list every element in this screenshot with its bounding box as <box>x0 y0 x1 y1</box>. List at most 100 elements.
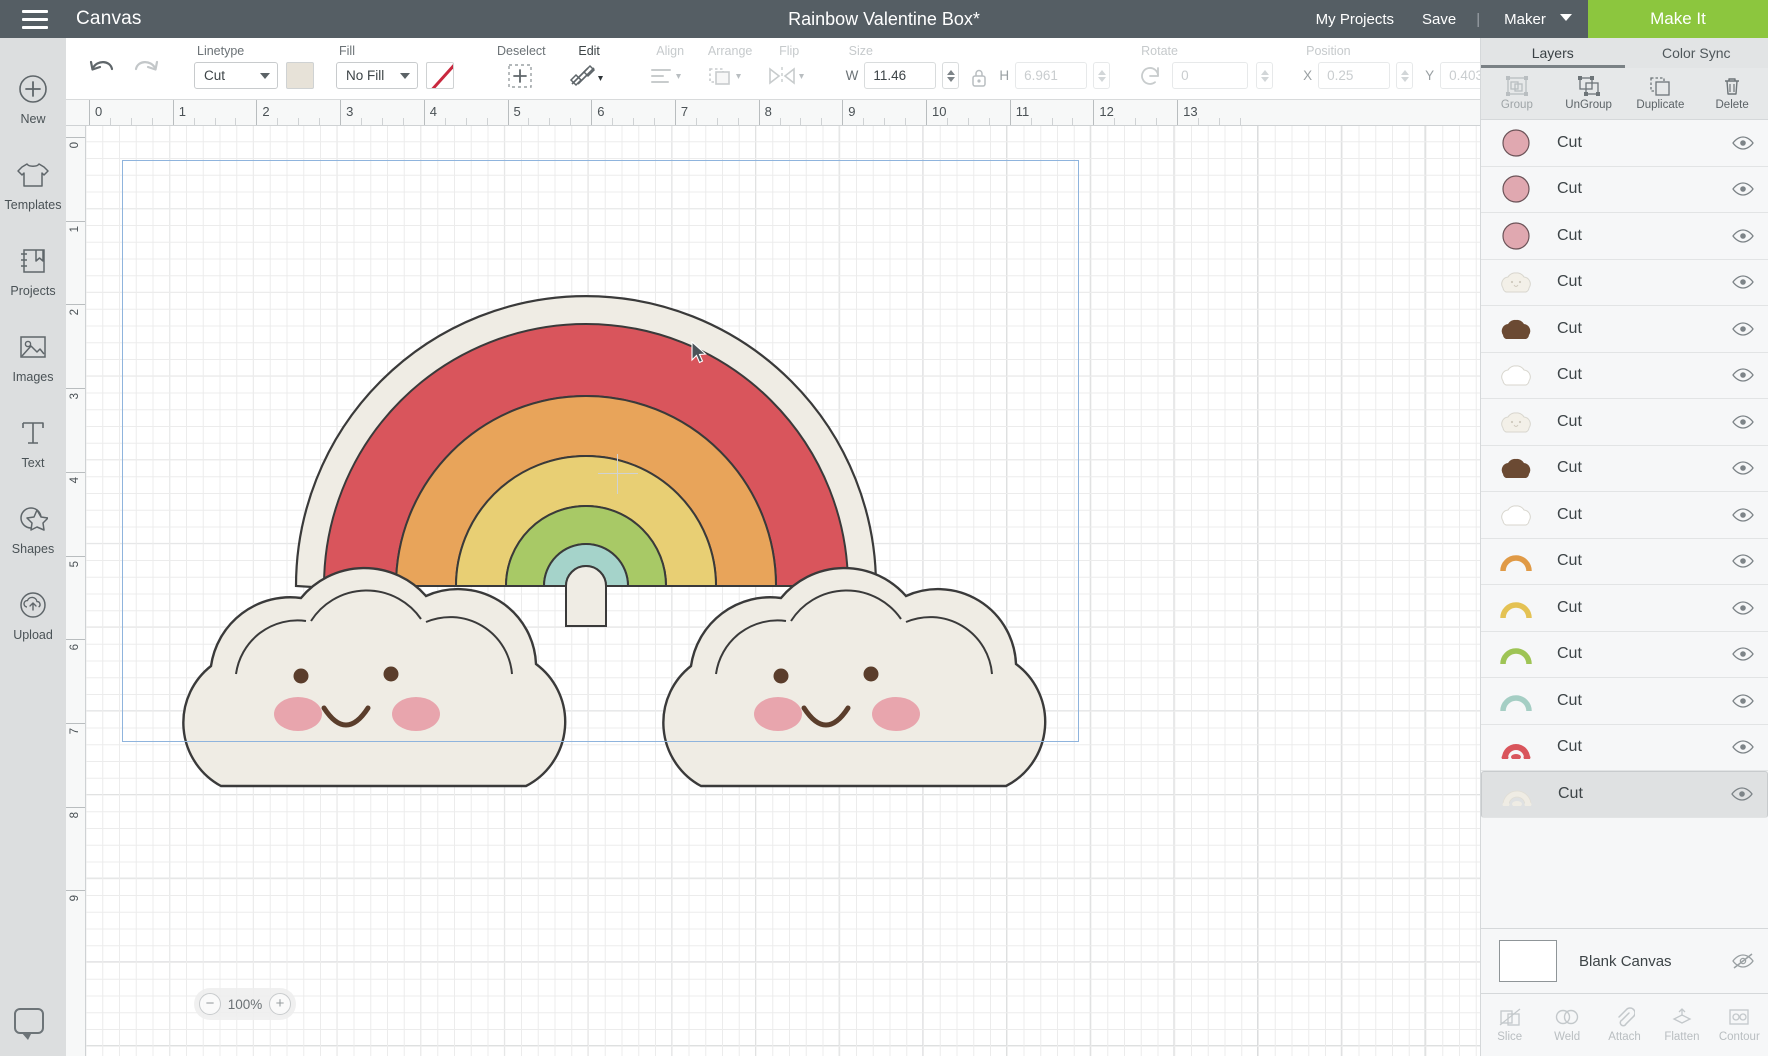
layer-row[interactable]: Cut <box>1481 120 1768 167</box>
ruler-minor-tick-h <box>298 118 299 126</box>
layer-visibility-eye-icon[interactable] <box>1731 786 1753 802</box>
undo-arrow-icon[interactable] <box>88 56 116 82</box>
align-left-icon[interactable] <box>646 61 692 91</box>
layer-visibility-eye-icon[interactable] <box>1732 600 1754 616</box>
duplicate-button[interactable]: Duplicate <box>1625 76 1697 111</box>
width-stepper[interactable] <box>942 62 959 89</box>
machine-selector[interactable]: Maker <box>1486 11 1588 28</box>
rotate-stepper[interactable] <box>1256 62 1273 89</box>
sidebar-item-templates[interactable]: Templates <box>0 144 66 226</box>
layer-thumbnail <box>1499 500 1533 530</box>
fill-select[interactable]: No Fill <box>336 62 418 89</box>
layer-visibility-eye-icon[interactable] <box>1732 460 1754 476</box>
layer-visibility-eye-icon[interactable] <box>1732 693 1754 709</box>
layer-visibility-eye-icon[interactable] <box>1732 228 1754 244</box>
layer-visibility-eye-icon[interactable] <box>1732 507 1754 523</box>
sidebar-item-projects[interactable]: Projects <box>0 230 66 312</box>
hamburger-icon[interactable] <box>22 10 48 29</box>
ruler-tick-h: 7 <box>675 100 676 126</box>
group-button[interactable]: Group <box>1481 76 1553 111</box>
contour-button[interactable]: Contour <box>1711 1007 1768 1043</box>
layer-row[interactable]: Cut <box>1481 167 1768 214</box>
layer-visibility-eye-icon[interactable] <box>1732 274 1754 290</box>
layer-name: Cut <box>1557 645 1732 663</box>
position-x-value[interactable]: 0.25 <box>1318 62 1390 89</box>
layer-visibility-eye-icon[interactable] <box>1732 414 1754 430</box>
ruler-tick-label: 4 <box>69 477 81 483</box>
height-stepper[interactable] <box>1093 62 1110 89</box>
layer-row[interactable]: Cut <box>1481 725 1768 772</box>
layer-visibility-eye-icon[interactable] <box>1732 181 1754 197</box>
ruler-minor-tick-h <box>1114 118 1115 126</box>
ungroup-button[interactable]: UnGroup <box>1553 76 1625 111</box>
rainbow-with-clouds-illustration[interactable] <box>86 126 1186 926</box>
eye-hidden-icon[interactable] <box>1732 953 1754 969</box>
rotate-value[interactable]: 0 <box>1172 62 1248 89</box>
layer-row[interactable]: Cut <box>1481 353 1768 400</box>
linetype-color-swatch[interactable] <box>286 62 314 89</box>
layer-row[interactable]: Cut <box>1481 492 1768 539</box>
position-x-stepper[interactable] <box>1396 62 1413 89</box>
no-fill-slash-icon[interactable] <box>426 62 454 89</box>
ruler-tick-v: 9 <box>66 890 86 891</box>
layer-visibility-eye-icon[interactable] <box>1732 739 1754 755</box>
canvas-label: Canvas <box>76 8 142 30</box>
layer-row[interactable]: Cut <box>1481 260 1768 307</box>
save-button[interactable]: Save <box>1408 11 1470 28</box>
layer-visibility-eye-icon[interactable] <box>1732 646 1754 662</box>
layer-row[interactable]: Cut <box>1481 213 1768 260</box>
zoom-in-button[interactable]: + <box>269 993 291 1015</box>
width-value[interactable]: 11.46 <box>864 62 936 89</box>
linetype-group: Linetype Cut <box>186 38 314 89</box>
edit-scissors-icon[interactable] <box>566 61 610 91</box>
sidebar-label-text: Text <box>22 456 45 470</box>
weld-button[interactable]: Weld <box>1538 1007 1595 1043</box>
linetype-select[interactable]: Cut <box>194 62 278 89</box>
attach-button[interactable]: Attach <box>1596 1007 1653 1043</box>
aspect-lock[interactable] <box>967 63 991 89</box>
deselect-dashed-plus-icon[interactable] <box>502 61 538 91</box>
slice-button[interactable]: Slice <box>1481 1007 1538 1043</box>
design-canvas[interactable]: − 100% + <box>86 126 1480 1056</box>
layer-row[interactable]: Cut <box>1481 585 1768 632</box>
width-field[interactable]: W 11.46 <box>846 62 960 89</box>
layer-row[interactable]: Cut <box>1481 539 1768 586</box>
flip-horizontal-icon[interactable] <box>764 61 812 91</box>
tab-layers[interactable]: Layers <box>1481 38 1625 68</box>
sidebar-item-new[interactable]: New <box>0 58 66 140</box>
sidebar-item-text[interactable]: Text <box>0 402 66 484</box>
zoom-out-button[interactable]: − <box>199 993 221 1015</box>
layer-row[interactable]: Cut <box>1481 771 1768 818</box>
height-value[interactable]: 6.961 <box>1015 62 1087 89</box>
arrange-layers-icon[interactable] <box>704 61 754 91</box>
layers-list[interactable]: CutCutCutCutCutCutCutCutCutCutCutCutCutC… <box>1481 120 1768 928</box>
layer-row[interactable]: Cut <box>1481 446 1768 493</box>
align-group: Align <box>640 38 692 91</box>
flip-label: Flip <box>776 44 799 58</box>
tab-color-sync[interactable]: Color Sync <box>1625 38 1768 68</box>
layer-row[interactable]: Cut <box>1481 632 1768 679</box>
layer-row[interactable]: Cut <box>1481 678 1768 725</box>
sidebar-item-upload[interactable]: Upload <box>0 574 66 656</box>
zoom-control[interactable]: − 100% + <box>194 988 296 1020</box>
layer-row[interactable]: Cut <box>1481 399 1768 446</box>
make-it-button[interactable]: Make It <box>1588 0 1768 38</box>
layer-thumbnail <box>1499 732 1533 762</box>
height-field[interactable]: H 6.961 <box>999 62 1110 89</box>
flatten-button[interactable]: Flatten <box>1653 1007 1710 1043</box>
vertical-ruler: 0123456789 <box>66 126 86 1056</box>
sidebar-item-shapes[interactable]: Shapes <box>0 488 66 570</box>
blank-canvas-row[interactable]: Blank Canvas <box>1481 928 1768 994</box>
position-x-field[interactable]: X 0.25 <box>1303 62 1413 89</box>
layer-visibility-eye-icon[interactable] <box>1732 367 1754 383</box>
chat-bubble-icon[interactable] <box>14 1008 44 1034</box>
layer-visibility-eye-icon[interactable] <box>1732 135 1754 151</box>
layer-visibility-eye-icon[interactable] <box>1732 553 1754 569</box>
layer-row[interactable]: Cut <box>1481 306 1768 353</box>
redo-arrow-icon[interactable] <box>132 56 160 82</box>
blank-canvas-label: Blank Canvas <box>1579 953 1732 970</box>
delete-button[interactable]: Delete <box>1696 76 1768 111</box>
my-projects-link[interactable]: My Projects <box>1302 11 1408 28</box>
sidebar-item-images[interactable]: Images <box>0 316 66 398</box>
layer-visibility-eye-icon[interactable] <box>1732 321 1754 337</box>
